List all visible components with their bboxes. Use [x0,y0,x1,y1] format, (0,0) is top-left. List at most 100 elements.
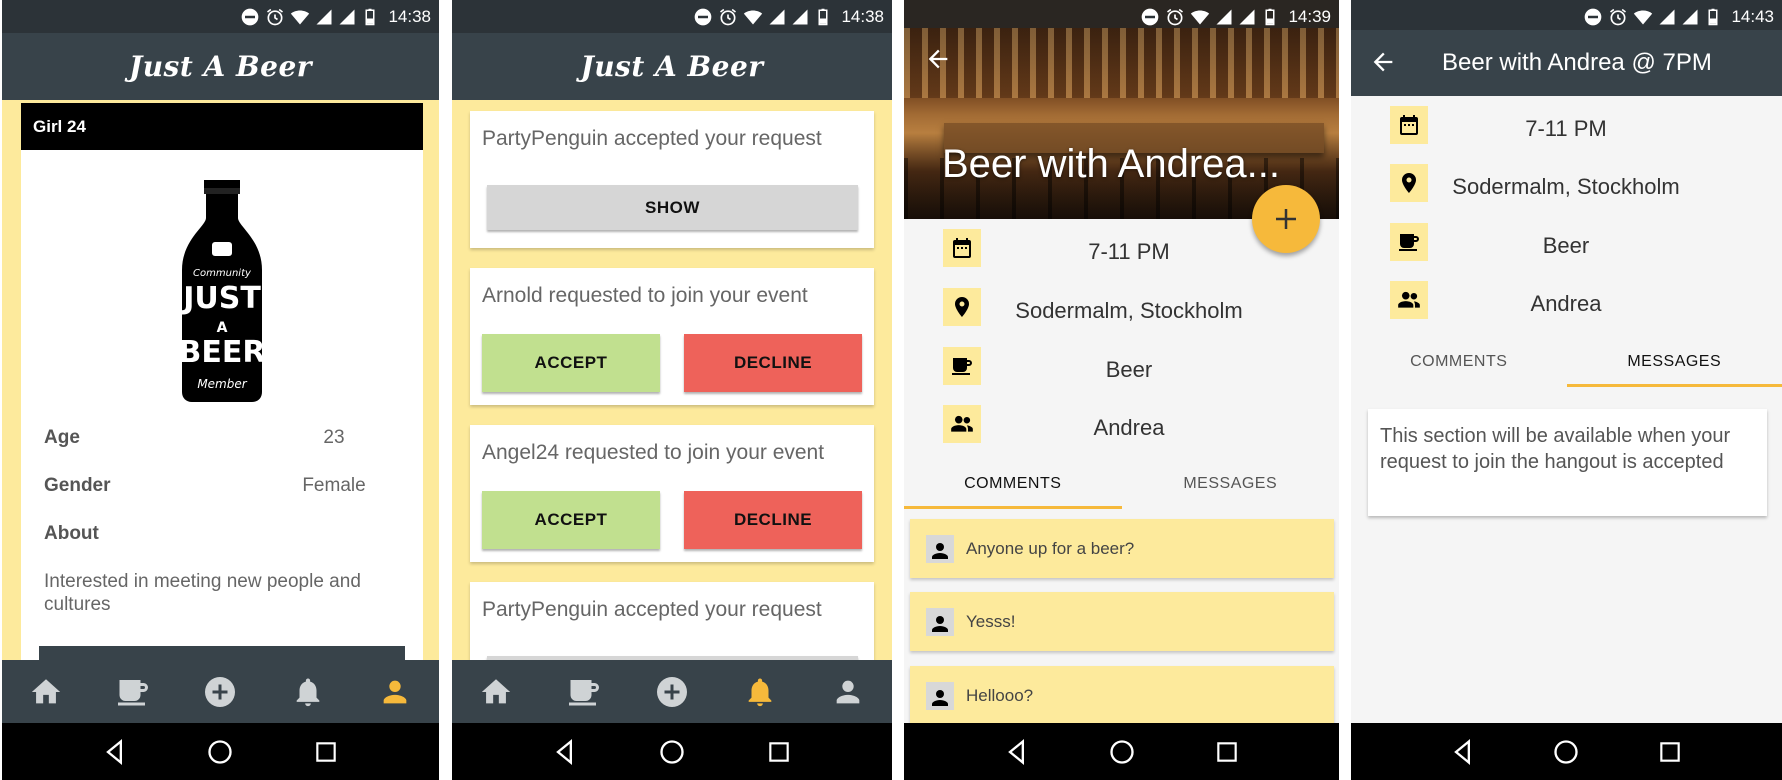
person-icon [378,675,412,709]
nav-create[interactable] [642,660,702,723]
nav-hangouts[interactable] [554,660,614,723]
nav-profile[interactable] [365,660,425,723]
messages-notice-card: This section will be available when your… [1368,409,1767,516]
app-title: Just A Beer [580,50,764,83]
nav-hangouts[interactable] [103,660,163,723]
system-home[interactable] [652,732,692,772]
comment-item: Yesss! [910,592,1334,651]
show-button[interactable]: SHOW [487,185,858,230]
back-triangle-icon [101,738,129,766]
detail-app-bar: Beer with Andrea @ 7PM [1351,30,1782,96]
detail-title: Beer with Andrea @ 7PM [1442,49,1712,76]
home-icon [479,675,513,709]
back-button[interactable] [924,45,954,75]
status-time: 14:43 [1731,6,1774,26]
person-icon [928,686,952,710]
age-value: 23 [323,427,345,448]
nav-home[interactable] [466,660,526,723]
system-back[interactable] [1443,732,1483,772]
battery-icon [361,7,379,27]
system-home[interactable] [1102,732,1142,772]
logo-text-beer: BEER [182,335,262,370]
notification-card: Angel24 requested to join your event ACC… [470,425,874,562]
people-icon [949,411,975,437]
signal-icon [1681,8,1699,26]
nav-home[interactable] [16,660,76,723]
tab-comments[interactable]: COMMENTS [904,459,1122,509]
beer-mug-icon [115,674,151,710]
system-nav-bar [904,723,1339,780]
home-circle-icon [658,738,686,766]
status-bar: 14:38 [452,0,892,33]
arrow-back-icon [1369,48,1397,76]
recents-square-icon [766,739,792,765]
home-circle-icon [206,738,234,766]
location-icon-box [1390,164,1428,202]
nav-create[interactable] [190,660,250,723]
logo-text-member: Member [197,377,247,391]
system-home[interactable] [1546,732,1586,772]
system-back[interactable] [95,732,135,772]
accept-button[interactable]: ACCEPT [482,334,660,392]
event-messages-screen: 14:43 Beer with Andrea @ 7PM 7-11 PM Sod… [1351,0,1782,780]
notification-text: PartyPenguin accepted your request [482,127,822,150]
time-row: 7-11 PM [1351,106,1782,152]
tab-messages[interactable]: MESSAGES [1566,337,1782,387]
people-icon-box [1390,281,1428,319]
signal-icon [768,8,786,26]
back-button[interactable] [1369,48,1399,78]
people-icon [1396,287,1422,313]
system-back[interactable] [545,732,585,772]
alarm-icon [718,7,738,27]
beer-mug-icon [950,354,974,378]
avatar [926,534,954,563]
add-circle-icon [202,674,238,710]
profile-header: Girl 24 [21,103,423,150]
alarm-icon [1608,7,1628,27]
calendar-icon-box [1390,106,1428,144]
decline-button[interactable]: DECLINE [684,334,862,392]
tab-comments[interactable]: COMMENTS [1351,337,1567,387]
status-bar: 14:38 [2,0,439,33]
location-pin-icon [1397,171,1421,195]
signal-icon [1238,8,1256,26]
avatar [926,681,954,710]
system-recents[interactable] [1650,732,1690,772]
system-back[interactable] [997,732,1037,772]
add-circle-icon [654,674,690,710]
location-icon-box [943,288,981,326]
person-icon [928,612,952,636]
event-people: Andrea [1093,415,1165,440]
person-icon [928,539,952,563]
nav-notifications[interactable] [730,660,790,723]
do-not-disturb-icon [1140,7,1160,27]
accept-button[interactable]: ACCEPT [482,491,660,549]
system-recents[interactable] [306,732,346,772]
system-home[interactable] [200,732,240,772]
signal-icon [315,8,333,26]
app-bar: Just A Beer [452,33,892,100]
system-nav-bar [2,723,439,780]
people-row: Andrea [1351,281,1782,327]
nav-notifications[interactable] [278,660,338,723]
person-icon [831,675,865,709]
event-drink: Beer [1542,233,1590,258]
nav-profile[interactable] [818,660,878,723]
event-people: Andrea [1530,291,1602,316]
gender-row: Gender Female [44,475,374,497]
comment-text: Anyone up for a beer? [966,538,1135,558]
system-recents[interactable] [1207,732,1247,772]
decline-button[interactable]: DECLINE [684,491,862,549]
about-row: About [44,523,374,545]
do-not-disturb-icon [240,7,260,27]
comment-text: Hellooo? [966,685,1034,705]
battery-icon [1704,7,1722,27]
event-location: Sodermalm, Stockholm [1015,298,1243,323]
system-recents[interactable] [759,732,799,772]
drink-row: Beer [1351,223,1782,269]
notifications-screen: 14:38 Just A Beer PartyPenguin accepted … [452,0,892,780]
profile-screen: 14:38 Just A Beer Girl 24 Community JUST… [2,0,439,780]
location-row: Sodermalm, Stockholm [904,288,1339,334]
tab-messages[interactable]: MESSAGES [1122,459,1340,509]
notification-text: Arnold requested to join your event [482,284,808,307]
